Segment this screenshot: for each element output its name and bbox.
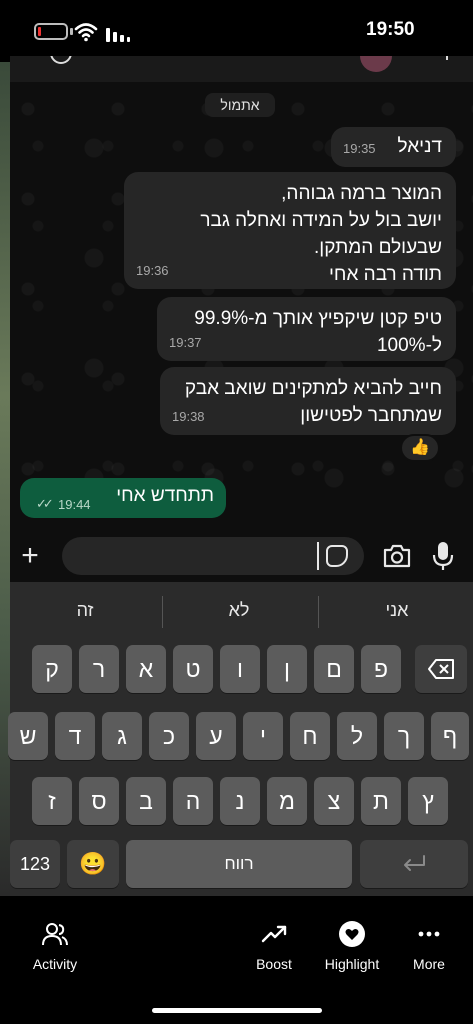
key[interactable]: פ	[361, 645, 401, 693]
key[interactable]: נ	[220, 777, 260, 825]
nav-label: Boost	[256, 956, 292, 972]
battery-icon	[34, 23, 68, 40]
key[interactable]: ח	[290, 712, 330, 760]
message-text: טיפ קטן שיקפיץ אותך מ-99.9% ל-100%	[194, 308, 442, 356]
home-indicator[interactable]	[152, 1008, 322, 1013]
key[interactable]: ו	[220, 645, 260, 693]
camera-icon[interactable]	[382, 543, 412, 569]
key[interactable]: ץ	[408, 777, 448, 825]
key[interactable]: ל	[337, 712, 377, 760]
message-bubble[interactable]: המוצר ברמה גבוהה, יושב בול על המידה ואחל…	[124, 172, 456, 289]
message-text: המוצר ברמה גבוהה, יושב בול על המידה ואחל…	[200, 183, 442, 285]
key[interactable]: ן	[267, 645, 307, 693]
message-time: 19:35	[343, 141, 376, 156]
key[interactable]: ת	[361, 777, 401, 825]
wifi-icon	[74, 23, 98, 42]
message-text: תתחדש אחי	[116, 485, 214, 506]
more-icon	[418, 931, 440, 937]
date-divider: אתמול	[205, 93, 275, 117]
status-bar: 19:50	[0, 0, 473, 62]
key[interactable]: א	[126, 645, 166, 693]
chat-header[interactable]	[10, 56, 473, 82]
message-time: 19:37	[169, 335, 202, 350]
key[interactable]: ס	[79, 777, 119, 825]
key[interactable]: ז	[32, 777, 72, 825]
message-text: חייב להביא למתקינים שואב אבק שמתחבר לפטי…	[184, 378, 442, 426]
key[interactable]: ד	[55, 712, 95, 760]
message-bubble[interactable]: טיפ קטן שיקפיץ אותך מ-99.9% ל-100% 19:37	[157, 297, 456, 361]
nav-label: Activity	[32, 956, 78, 972]
reaction-badge[interactable]: 👍	[400, 434, 440, 462]
nav-boost[interactable]: Boost	[244, 920, 304, 972]
nav-more[interactable]: More	[404, 920, 454, 972]
contact-avatar[interactable]	[360, 56, 392, 72]
message-bubble[interactable]: חייב להביא למתקינים שואב אבק שמתחבר לפטי…	[160, 367, 456, 435]
suggestion-3[interactable]: זה	[10, 600, 160, 628]
attach-plus-button[interactable]: +	[10, 538, 50, 576]
key[interactable]: י	[243, 712, 283, 760]
key[interactable]: מ	[267, 777, 307, 825]
back-icon[interactable]	[50, 56, 72, 64]
message-bubble[interactable]: דניאל 19:35	[331, 127, 456, 167]
text-cursor	[317, 542, 319, 570]
space-key[interactable]: רווח	[126, 840, 352, 888]
suggestion-1[interactable]: אני	[322, 600, 472, 628]
signal-icon	[106, 28, 130, 42]
microphone-icon[interactable]	[430, 540, 456, 572]
message-time: 19:44	[58, 497, 91, 512]
key[interactable]: ם	[314, 645, 354, 693]
key[interactable]: ש	[8, 712, 48, 760]
key[interactable]: ב	[126, 777, 166, 825]
key[interactable]: ר	[79, 645, 119, 693]
key[interactable]: כ	[149, 712, 189, 760]
key[interactable]: ט	[173, 645, 213, 693]
key[interactable]: ף	[431, 712, 469, 760]
battery-tip	[70, 28, 73, 35]
suggestion-divider	[318, 596, 319, 628]
read-ticks-icon: ✓✓	[36, 496, 54, 511]
emoji-key[interactable]: 😀	[67, 840, 119, 888]
backspace-icon	[428, 659, 454, 679]
menu-icon[interactable]	[440, 56, 448, 60]
backspace-key[interactable]	[415, 645, 467, 693]
background-edge	[0, 62, 10, 896]
suggestion-2[interactable]: לא	[164, 600, 314, 628]
people-icon	[42, 923, 68, 946]
return-key[interactable]	[360, 840, 468, 888]
nav-highlight[interactable]: Highlight	[317, 920, 387, 972]
nav-activity[interactable]: Activity	[22, 920, 88, 972]
key[interactable]: ע	[196, 712, 236, 760]
key[interactable]: ק	[32, 645, 72, 693]
nav-label: More	[413, 956, 445, 972]
numbers-key[interactable]: 123	[10, 840, 60, 888]
message-time: 19:38	[172, 409, 205, 424]
heart-icon	[339, 921, 365, 947]
return-icon	[404, 855, 425, 871]
trend-up-icon	[261, 925, 287, 943]
key[interactable]: ך	[384, 712, 424, 760]
key[interactable]: ה	[173, 777, 213, 825]
suggestion-divider	[162, 596, 163, 628]
key[interactable]: ג	[102, 712, 142, 760]
message-time: 19:36	[136, 263, 169, 278]
clock: 19:50	[366, 19, 415, 40]
nav-label: Highlight	[324, 956, 380, 972]
key[interactable]: צ	[314, 777, 354, 825]
outgoing-message-bubble[interactable]: תתחדש אחי 19:44 ✓✓	[20, 478, 226, 518]
